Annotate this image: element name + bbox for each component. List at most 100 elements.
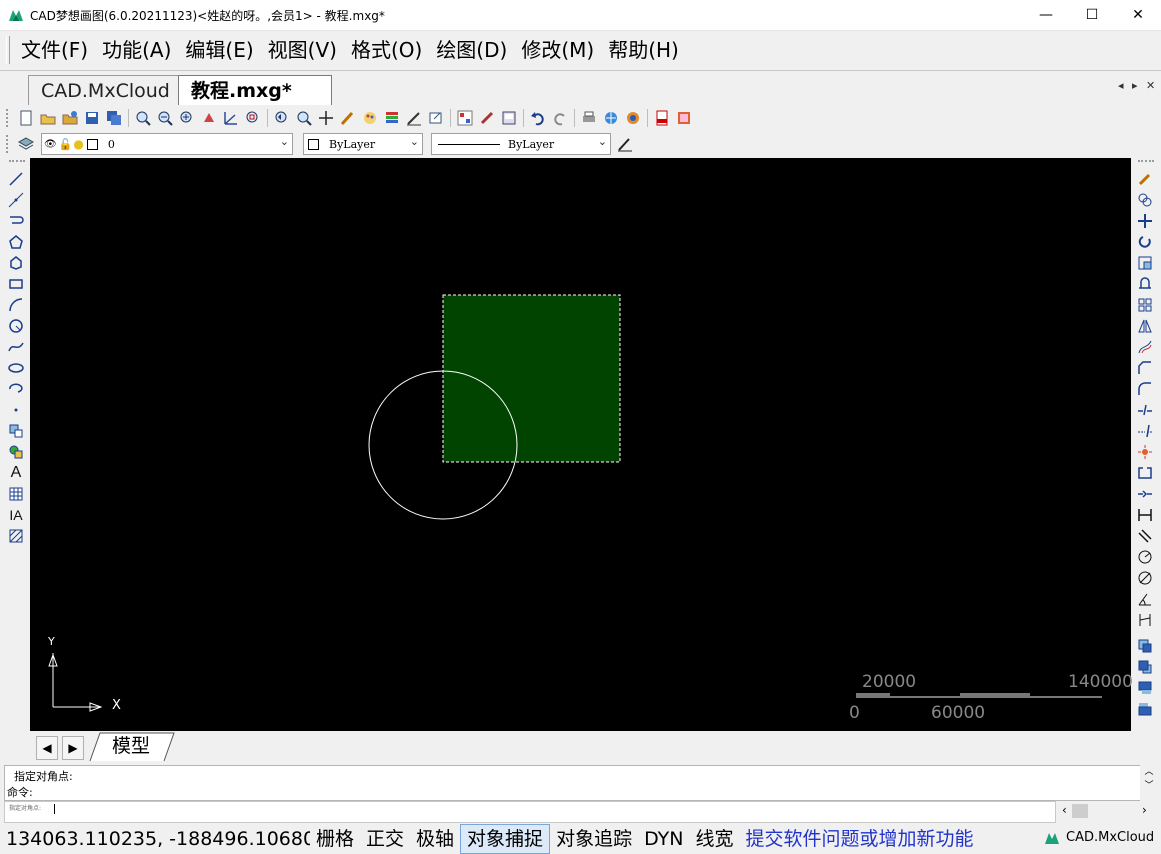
trim-icon[interactable]: [1135, 400, 1155, 420]
stretch-icon[interactable]: [1135, 274, 1155, 294]
mirror-icon[interactable]: [1135, 316, 1155, 336]
spline-icon[interactable]: [6, 337, 26, 357]
tab-scroll-left-icon[interactable]: ◂: [1118, 79, 1124, 92]
match-properties-icon[interactable]: [338, 108, 358, 128]
export-pdf-icon[interactable]: [652, 108, 672, 128]
copy-icon[interactable]: [1135, 190, 1155, 210]
break-icon[interactable]: [1135, 463, 1155, 483]
object-track-toggle[interactable]: 对象追踪: [550, 825, 638, 853]
object-snap-toggle[interactable]: 对象捕捉: [460, 823, 551, 854]
maximize-button[interactable]: ☐: [1069, 0, 1115, 30]
menu-help[interactable]: 帮助(H): [601, 31, 686, 69]
layers-icon[interactable]: [16, 134, 36, 154]
extend-icon[interactable]: [1135, 421, 1155, 441]
linear-dimension-icon[interactable]: [1135, 505, 1155, 525]
ordinate-dimension-icon[interactable]: [1135, 610, 1155, 630]
explode-icon[interactable]: [1135, 442, 1155, 462]
measure-angle-icon[interactable]: [221, 108, 241, 128]
layer-lock-icon[interactable]: 🔓: [59, 138, 73, 151]
zoom-out-icon[interactable]: [155, 108, 175, 128]
menu-draw[interactable]: 绘图(D): [429, 31, 514, 69]
join-icon[interactable]: [1135, 484, 1155, 504]
table-icon[interactable]: [6, 484, 26, 504]
polyline-icon[interactable]: [6, 211, 26, 231]
ellipse-arc-icon[interactable]: [6, 379, 26, 399]
properties-icon[interactable]: [455, 108, 475, 128]
move-arrows-icon[interactable]: [1135, 211, 1155, 231]
ortho-toggle[interactable]: 正交: [360, 825, 410, 853]
construction-line-icon[interactable]: [6, 190, 26, 210]
make-block-icon[interactable]: [6, 442, 26, 462]
multiline-text-icon[interactable]: IA: [6, 505, 26, 525]
layer-visibility-icon[interactable]: 👁: [44, 139, 57, 150]
rectangle-icon[interactable]: [6, 274, 26, 294]
menu-modify[interactable]: 修改(M): [514, 31, 601, 69]
menu-file[interactable]: 文件(F): [14, 31, 95, 69]
command-scrollbar[interactable]: ︿ ﹀: [1140, 765, 1158, 801]
close-button[interactable]: ✕: [1115, 0, 1161, 30]
grid-toggle[interactable]: 栅格: [310, 825, 360, 853]
move-icon[interactable]: [316, 108, 336, 128]
print-preview-icon[interactable]: [499, 108, 519, 128]
linetype-combo[interactable]: ByLayer ⌄: [431, 133, 611, 155]
pan-icon[interactable]: [199, 108, 219, 128]
color-palette-icon[interactable]: [360, 108, 380, 128]
command-input[interactable]: 指定对角点:: [4, 801, 1056, 823]
print-icon[interactable]: [579, 108, 599, 128]
dyn-toggle[interactable]: DYN: [638, 825, 689, 853]
hatch-icon[interactable]: [6, 526, 26, 546]
chevron-down-icon[interactable]: ⌄: [410, 135, 419, 148]
chamfer-icon[interactable]: [1135, 358, 1155, 378]
chevron-down-icon[interactable]: ⌄: [280, 135, 289, 148]
aligned-dimension-icon[interactable]: [1135, 526, 1155, 546]
zoom-realtime-icon[interactable]: [133, 108, 153, 128]
draw-order-back-icon[interactable]: [1135, 657, 1155, 677]
menu-function[interactable]: 功能(A): [95, 31, 178, 69]
lineweight-icon[interactable]: [615, 134, 635, 154]
open-folder-icon[interactable]: [38, 108, 58, 128]
drawing-canvas[interactable]: Y X 20000 140000 0 60000: [30, 158, 1133, 731]
command-horizontal-scrollbar[interactable]: ‹ ›: [1058, 802, 1156, 820]
circle-icon[interactable]: [6, 316, 26, 336]
cloud-icon[interactable]: [623, 108, 643, 128]
layer-manager-icon[interactable]: [382, 108, 402, 128]
chevron-down-icon[interactable]: ⌄: [598, 135, 607, 148]
tab-scroll-right-icon[interactable]: ▸: [1132, 79, 1138, 92]
fillet-icon[interactable]: [1135, 379, 1155, 399]
tab-tutorial[interactable]: 教程.mxg*: [178, 75, 332, 106]
menu-edit[interactable]: 编辑(E): [178, 31, 260, 69]
drawing-surface[interactable]: [30, 158, 1131, 731]
line-icon[interactable]: [6, 169, 26, 189]
angular-dimension-icon[interactable]: [1135, 589, 1155, 609]
scale-icon[interactable]: [1135, 253, 1155, 273]
redo-icon[interactable]: [550, 108, 570, 128]
menu-format[interactable]: 格式(O): [344, 31, 429, 69]
offset-icon[interactable]: [1135, 337, 1155, 357]
ellipse-icon[interactable]: [6, 358, 26, 378]
color-combo[interactable]: ByLayer ⌄: [303, 133, 423, 155]
brand-link[interactable]: CAD.MxCloud: [1044, 830, 1154, 845]
draw-order-above-icon[interactable]: [1135, 678, 1155, 698]
tab-close-icon[interactable]: ✕: [1146, 79, 1155, 92]
scroll-up-icon[interactable]: ︿: [1140, 765, 1158, 779]
pen-edit-icon[interactable]: [404, 108, 424, 128]
scroll-right-icon[interactable]: ›: [1142, 803, 1147, 817]
layer-combo[interactable]: 👁 🔓 ● 0 ⌄: [41, 133, 293, 155]
hatched-rectangle[interactable]: [442, 294, 621, 463]
polar-toggle[interactable]: 极轴: [410, 825, 460, 853]
zoom-window-icon[interactable]: [243, 108, 263, 128]
export-image-icon[interactable]: [674, 108, 694, 128]
diameter-dimension-icon[interactable]: [1135, 568, 1155, 588]
scroll-thumb[interactable]: [1072, 804, 1088, 818]
arc-icon[interactable]: [6, 295, 26, 315]
polygon-icon[interactable]: [6, 232, 26, 252]
save-icon[interactable]: [82, 108, 102, 128]
new-file-icon[interactable]: [16, 108, 36, 128]
minimize-button[interactable]: —: [1023, 0, 1069, 30]
save-all-icon[interactable]: [104, 108, 124, 128]
tab-model[interactable]: 模型: [92, 732, 170, 760]
menu-view[interactable]: 视图(V): [261, 31, 344, 69]
layout-next-button[interactable]: ▶: [62, 736, 84, 760]
scroll-left-icon[interactable]: ‹: [1062, 803, 1067, 817]
insert-block-icon[interactable]: [6, 421, 26, 441]
